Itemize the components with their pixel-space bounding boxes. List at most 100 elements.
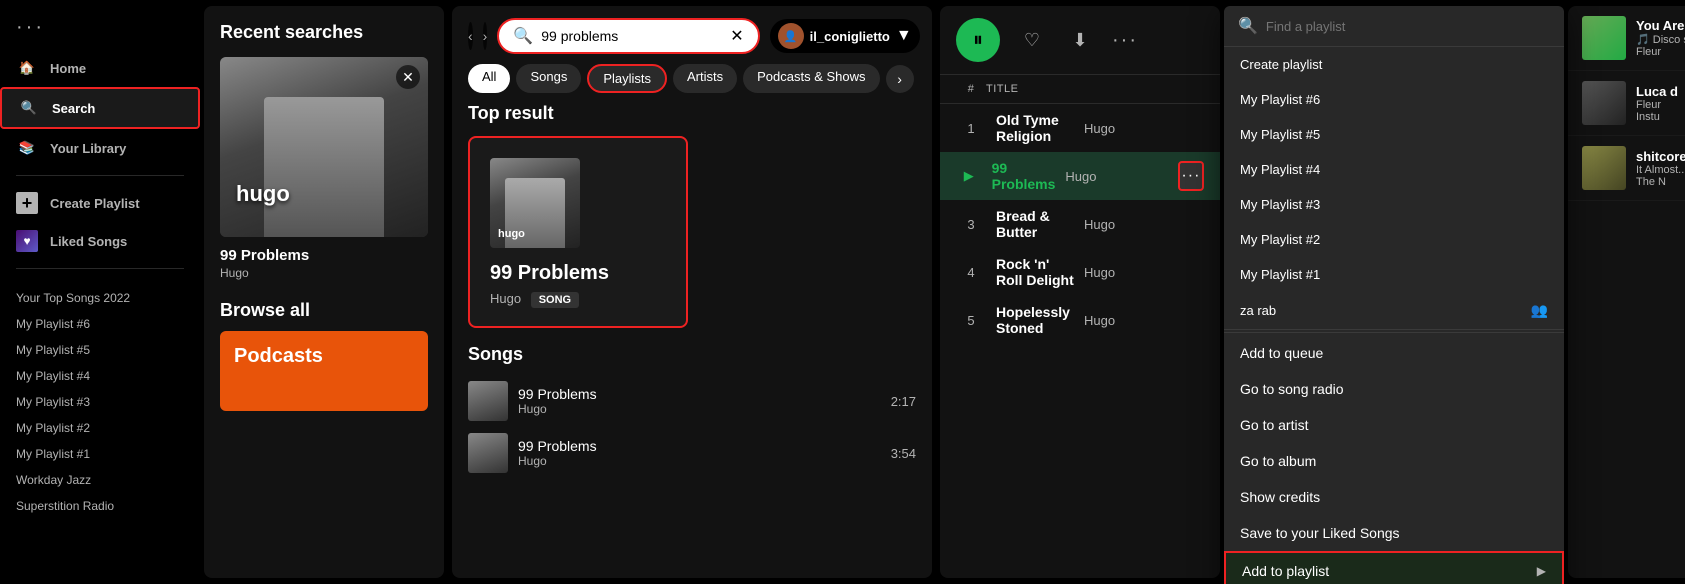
sidebar: ··· 🏠 Home 🔍 Search 📚 Your Library + Cre… xyxy=(0,0,200,584)
track-title-3: Bread & Butter xyxy=(996,208,1074,240)
context-search-icon: 🔍 xyxy=(1238,16,1258,36)
right-card-1[interactable]: You Are... 🎵 Disco song Fleur xyxy=(1568,6,1685,71)
right-sub2-1: Fleur xyxy=(1636,46,1685,58)
menu-dots[interactable]: ··· xyxy=(0,10,200,49)
playlist-option-4[interactable]: My Playlist #4 xyxy=(1224,152,1564,187)
search-header: ‹ › 🔍 ✕ 👤 il_coniglietto ▼ xyxy=(452,6,932,54)
track-row-5[interactable]: 5 Hopelessly Stoned Hugo xyxy=(940,296,1220,344)
right-title-1: You Are... xyxy=(1636,18,1685,33)
context-search-input[interactable] xyxy=(1266,19,1550,34)
right-card-3[interactable]: shitcore It Almost... The N xyxy=(1568,136,1685,201)
filter-artists[interactable]: Artists xyxy=(673,64,737,93)
track-row-2[interactable]: ▶ 99 Problems Hugo ··· xyxy=(940,152,1220,200)
playlist-option-2[interactable]: My Playlist #2 xyxy=(1224,222,1564,257)
playlist-option-3[interactable]: My Playlist #3 xyxy=(1224,187,1564,222)
col-num: # xyxy=(956,83,986,95)
go-to-song-radio-option[interactable]: Go to song radio xyxy=(1224,371,1564,407)
playlist-list: Your Top Songs 2022 My Playlist #6 My Pl… xyxy=(0,285,200,519)
track-title-1: Old Tyme Religion xyxy=(996,112,1074,144)
filter-all[interactable]: All xyxy=(468,64,510,93)
playlist-option-6[interactable]: My Playlist #6 xyxy=(1224,82,1564,117)
track-row-4[interactable]: 4 Rock 'n' Roll Delight Hugo xyxy=(940,248,1220,296)
more-options-button[interactable]: ··· xyxy=(1112,29,1138,52)
sidebar-item-home[interactable]: 🏠 Home xyxy=(0,49,200,87)
filter-tabs: All Songs Playlists Artists Podcasts & S… xyxy=(452,54,932,103)
forward-button[interactable]: › xyxy=(483,22,488,50)
back-button[interactable]: ‹ xyxy=(468,22,473,50)
sidebar-item-search[interactable]: 🔍 Search xyxy=(0,87,200,129)
song-row-1[interactable]: 99 Problems Hugo 2:17 xyxy=(468,375,916,427)
recent-searches-title: Recent searches xyxy=(220,22,428,43)
track-artist-4: Hugo xyxy=(1084,265,1204,280)
right-title-3: shitcore xyxy=(1636,149,1685,164)
pause-button[interactable]: ⏸ xyxy=(956,18,1000,62)
sidebar-item-library[interactable]: 📚 Your Library xyxy=(0,129,200,167)
add-to-queue-option[interactable]: Add to queue xyxy=(1224,335,1564,371)
context-search-bar[interactable]: 🔍 xyxy=(1224,6,1564,47)
browse-podcasts-card[interactable]: Podcasts xyxy=(220,331,428,411)
playlist-option-1[interactable]: My Playlist #1 xyxy=(1224,257,1564,292)
close-recent-button[interactable]: ✕ xyxy=(396,65,420,89)
filter-arrow-button[interactable]: › xyxy=(886,65,914,93)
add-to-playlist-option[interactable]: Add to playlist ▶ xyxy=(1224,551,1564,584)
playlist-option-5[interactable]: My Playlist #5 xyxy=(1224,117,1564,152)
sidebar-playlist-4[interactable]: My Playlist #4 xyxy=(0,363,200,389)
filter-playlists[interactable]: Playlists xyxy=(587,64,667,93)
user-avatar: 👤 xyxy=(778,23,804,49)
search-bar[interactable]: 🔍 ✕ xyxy=(497,18,759,54)
save-liked-option[interactable]: Save to your Liked Songs xyxy=(1224,515,1564,551)
track-row-1[interactable]: 1 Old Tyme Religion Hugo xyxy=(940,104,1220,152)
recent-card[interactable]: hugo ✕ xyxy=(220,57,428,237)
song-name-2: 99 Problems xyxy=(518,438,881,454)
col-title: TITLE xyxy=(986,83,1204,95)
download-ctrl-button[interactable]: ⬇ xyxy=(1064,24,1096,56)
zarab-icon: 👥 xyxy=(1531,302,1548,319)
track-title-2: 99 Problems xyxy=(992,160,1056,192)
sidebar-playlist-1[interactable]: My Playlist #1 xyxy=(0,441,200,467)
right-sub-1: 🎵 Disco song xyxy=(1636,33,1685,46)
filter-songs[interactable]: Songs xyxy=(516,64,581,93)
create-playlist-option[interactable]: Create playlist xyxy=(1224,47,1564,82)
right-info-3: shitcore It Almost... The N xyxy=(1636,149,1685,188)
song-duration-1: 2:17 xyxy=(891,394,916,409)
queue-panel: ⏸ ♡ ⬇ ··· # TITLE 1 Old Tyme Religion Hu… xyxy=(940,6,1220,578)
track-num-2: ▶ xyxy=(956,168,982,184)
create-playlist-button[interactable]: + Create Playlist xyxy=(0,184,200,222)
show-credits-option[interactable]: Show credits xyxy=(1224,479,1564,515)
right-sub2-2: Instu xyxy=(1636,111,1685,123)
album-art: hugo xyxy=(220,57,428,237)
sidebar-playlist-workday[interactable]: Workday Jazz xyxy=(0,467,200,493)
search-results-panel: ‹ › 🔍 ✕ 👤 il_coniglietto ▼ All Songs Pla… xyxy=(452,6,932,578)
recent-card-title: 99 Problems xyxy=(220,247,428,264)
sidebar-playlist-3[interactable]: My Playlist #3 xyxy=(0,389,200,415)
right-card-2[interactable]: Luca d Fleur Instu xyxy=(1568,71,1685,136)
sidebar-playlist-6[interactable]: My Playlist #6 xyxy=(0,311,200,337)
filter-podcasts[interactable]: Podcasts & Shows xyxy=(743,64,879,93)
track-num-1: 1 xyxy=(956,121,986,136)
home-icon: 🏠 xyxy=(16,57,38,79)
track-artist-3: Hugo xyxy=(1084,217,1204,232)
song-row-2[interactable]: 99 Problems Hugo 3:54 xyxy=(468,427,916,479)
go-to-album-option[interactable]: Go to album xyxy=(1224,443,1564,479)
browse-all-title: Browse all xyxy=(220,300,428,321)
liked-songs-button[interactable]: ♥ Liked Songs xyxy=(0,222,200,260)
right-thumb-2 xyxy=(1582,81,1626,125)
go-to-artist-option[interactable]: Go to artist xyxy=(1224,407,1564,443)
sidebar-playlist-2[interactable]: My Playlist #2 xyxy=(0,415,200,441)
track-row-3[interactable]: 3 Bread & Butter Hugo xyxy=(940,200,1220,248)
search-input[interactable] xyxy=(541,28,722,44)
track-more-button[interactable]: ··· xyxy=(1178,161,1204,191)
user-badge[interactable]: 👤 il_coniglietto ▼ xyxy=(770,19,920,53)
heart-icon: ♥ xyxy=(16,230,38,252)
track-artist-5: Hugo xyxy=(1084,313,1204,328)
track-num-4: 4 xyxy=(956,265,986,280)
sidebar-playlist-superstition[interactable]: Superstition Radio xyxy=(0,493,200,519)
top-result-card[interactable]: hugo 99 Problems Hugo SONG xyxy=(468,136,688,328)
library-icon: 📚 xyxy=(16,137,38,159)
sidebar-playlist-top-songs[interactable]: Your Top Songs 2022 xyxy=(0,285,200,311)
track-artist-2: Hugo xyxy=(1065,169,1167,184)
playlist-option-zarab[interactable]: za rab 👥 xyxy=(1224,292,1564,329)
heart-ctrl-button[interactable]: ♡ xyxy=(1016,24,1048,56)
search-clear-button[interactable]: ✕ xyxy=(730,26,743,46)
sidebar-playlist-5[interactable]: My Playlist #5 xyxy=(0,337,200,363)
